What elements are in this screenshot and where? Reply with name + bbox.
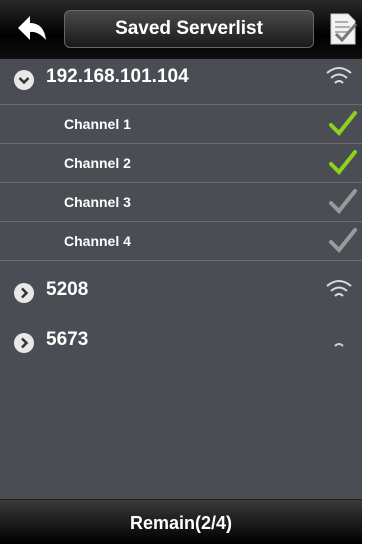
checkmark-icon[interactable]	[328, 226, 358, 256]
chevron-down-icon[interactable]	[14, 70, 34, 90]
server-name: 192.168.101.104	[46, 66, 189, 87]
server-name: 5673	[46, 329, 89, 350]
back-arrow-icon	[18, 16, 46, 40]
checkmark-icon[interactable]	[328, 187, 358, 217]
screen: Saved Serverlist 192.168.101.104 Channel…	[0, 0, 362, 544]
channel-row[interactable]: Channel 3	[0, 182, 362, 221]
server-row[interactable]: 5208	[0, 271, 362, 317]
checkmark-icon[interactable]	[328, 109, 358, 139]
server-row[interactable]: 192.168.101.104	[0, 58, 362, 104]
edit-button[interactable]	[328, 12, 358, 46]
channel-row[interactable]: Channel 2	[0, 143, 362, 182]
channel-label: Channel 3	[64, 194, 131, 210]
back-button[interactable]	[8, 10, 54, 48]
wifi-signal-weak-icon	[334, 343, 344, 347]
checkmark-icon[interactable]	[328, 148, 358, 178]
remaining-status: Remain(2/4)	[0, 499, 362, 544]
chevron-right-icon[interactable]	[14, 333, 34, 353]
channel-row[interactable]: Channel 4	[0, 221, 362, 261]
title-bar: Saved Serverlist	[0, 0, 362, 59]
wifi-signal-icon	[326, 67, 352, 84]
edit-list-icon	[330, 13, 358, 45]
wifi-signal-icon	[326, 280, 352, 297]
server-row[interactable]: 5673	[0, 321, 362, 367]
channel-label: Channel 1	[64, 116, 131, 132]
server-name: 5208	[46, 279, 89, 300]
chevron-right-icon[interactable]	[14, 283, 34, 303]
page-title: Saved Serverlist	[64, 10, 314, 48]
channel-label: Channel 2	[64, 155, 131, 171]
channel-label: Channel 4	[64, 233, 131, 249]
server-list: 192.168.101.104 Channel 1 Channel 2 Chan…	[0, 58, 362, 367]
channel-row[interactable]: Channel 1	[0, 104, 362, 143]
